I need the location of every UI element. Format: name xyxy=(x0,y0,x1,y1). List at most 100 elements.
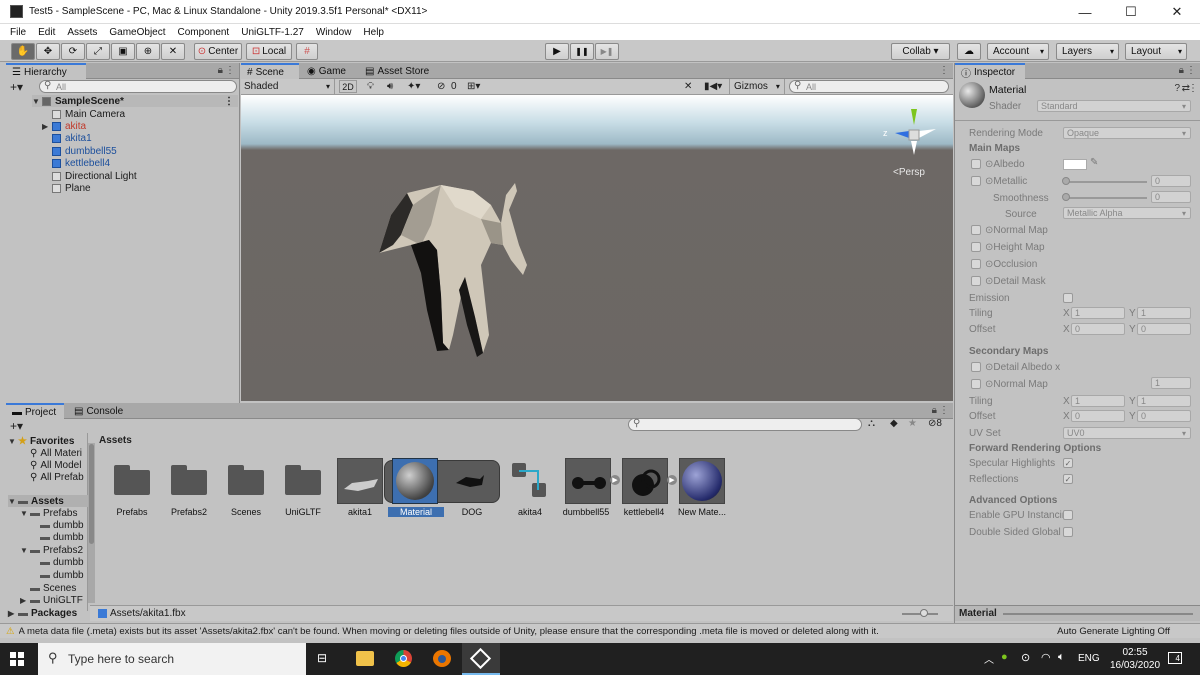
step-button[interactable]: ▶❚ xyxy=(595,43,619,60)
offset-x-field[interactable]: 0 xyxy=(1071,323,1125,335)
expand-arrow-icon[interactable]: ▶ xyxy=(42,122,52,131)
detail-albedo-slot[interactable] xyxy=(971,362,981,372)
menu-window[interactable]: Window xyxy=(316,27,352,38)
tab-project[interactable]: ▬ Project xyxy=(6,403,64,419)
asset-kettlebell4[interactable] xyxy=(622,458,668,504)
tree-favorites[interactable]: ▼ ★ Favorites xyxy=(8,435,74,447)
speaker-icon[interactable]: 🔈︎ xyxy=(1058,651,1065,664)
hidden-objects-icon[interactable]: ⊘ xyxy=(437,81,445,92)
project-search-input[interactable] xyxy=(628,418,862,431)
uv-set-dropdown[interactable]: UV0 ▾ xyxy=(1063,427,1191,439)
rendering-mode-dropdown[interactable]: Opaque ▾ xyxy=(1063,127,1191,139)
status-message[interactable]: A meta data file (.meta) exists but its … xyxy=(19,626,1019,637)
panel-menu-icon[interactable]: ⋮ xyxy=(939,65,949,76)
secondary-offset-x-field[interactable]: 0 xyxy=(1071,410,1125,422)
hierarchy-item-akita[interactable]: ▶ akita xyxy=(42,120,86,132)
cloud-icon[interactable]: ☁ xyxy=(957,43,981,60)
windows-start-icon[interactable] xyxy=(10,652,24,666)
asset-dog-mesh[interactable] xyxy=(452,467,488,495)
pivot-local-button[interactable]: ⊡ Local xyxy=(246,43,292,60)
asset-new-material[interactable] xyxy=(679,458,725,504)
snap-icon[interactable]: # xyxy=(296,43,318,60)
expand-prefab-icon[interactable]: ▶ xyxy=(667,475,677,485)
account-dropdown[interactable]: Account ▾ xyxy=(987,43,1049,60)
tree-prefabs2[interactable]: ▼ ▬ Prefabs2 xyxy=(20,544,83,556)
menu-assets[interactable]: Assets xyxy=(67,27,97,38)
component-menu-icon[interactable]: ⋮ xyxy=(1188,83,1198,94)
smoothness-slider-track[interactable] xyxy=(1065,197,1147,199)
detail-mask-slot[interactable] xyxy=(971,276,981,286)
lock-icon[interactable]: 🔒︎ xyxy=(932,405,937,416)
layout-dropdown[interactable]: Layout ▾ xyxy=(1125,43,1187,60)
language-indicator[interactable]: ENG xyxy=(1078,653,1100,664)
move-tool-icon[interactable]: ✥ xyxy=(36,43,60,60)
unity-taskbar-button[interactable] xyxy=(462,643,500,675)
scene-viewport[interactable]: z <Persp xyxy=(241,95,953,401)
play-button[interactable]: ▶ xyxy=(545,43,569,60)
shader-dropdown[interactable]: Standard ▾ xyxy=(1037,100,1191,112)
tab-scene[interactable]: # Scene xyxy=(241,63,299,79)
panel-menu-icon[interactable]: ⋮ xyxy=(939,405,949,416)
create-add-icon[interactable]: +▾ xyxy=(10,80,23,94)
menu-gameobject[interactable]: GameObject xyxy=(109,27,165,38)
tiling-y-field[interactable]: 1 xyxy=(1137,307,1191,319)
camera-icon[interactable]: ▮◀▾ xyxy=(704,81,722,92)
eyedropper-icon[interactable]: ✎ xyxy=(1090,157,1098,168)
panel-menu-icon[interactable]: ⋮ xyxy=(1186,65,1196,76)
mode-2d-toggle[interactable]: 2D xyxy=(339,80,357,93)
tree-scenes[interactable]: ▬ Scenes xyxy=(30,582,76,594)
file-explorer-icon[interactable] xyxy=(356,651,374,666)
tree-prefab-item[interactable]: ▬ dumbb xyxy=(40,531,84,543)
scale-tool-icon[interactable]: ⤢ xyxy=(86,43,110,60)
asset-folder-prefabs2[interactable] xyxy=(171,465,207,495)
double-sided-gi-checkbox[interactable] xyxy=(1063,527,1073,537)
menu-file[interactable]: File xyxy=(10,27,26,38)
blender-icon[interactable] xyxy=(433,650,451,667)
normal-map-slot[interactable] xyxy=(971,225,981,235)
auto-lighting-status[interactable]: Auto Generate Lighting Off xyxy=(1057,626,1170,637)
lighting-icon[interactable]: 💡︎ xyxy=(367,81,374,92)
secondary-normal-scale-field[interactable]: 1 xyxy=(1151,377,1191,389)
inspector-preview-bar[interactable]: Material xyxy=(955,605,1200,621)
gpu-instancing-checkbox[interactable] xyxy=(1063,510,1073,520)
tab-game[interactable]: ◉ Game xyxy=(301,63,352,79)
scene-row[interactable]: ▼ SampleScene* ⋮ xyxy=(32,95,238,107)
asset-material-selected[interactable] xyxy=(392,458,438,504)
scene-menu-icon[interactable]: ⋮ xyxy=(224,96,234,107)
tree-all-materials[interactable]: ⚲ All Materi xyxy=(30,447,82,459)
menu-edit[interactable]: Edit xyxy=(38,27,55,38)
wifi-icon[interactable]: ◠ xyxy=(1041,651,1051,664)
menu-component[interactable]: Component xyxy=(178,27,230,38)
reflections-checkbox[interactable]: ✓ xyxy=(1063,474,1073,484)
tools-icon[interactable]: ✕ xyxy=(684,81,692,92)
occlusion-slot[interactable] xyxy=(971,259,981,269)
hierarchy-item-plane[interactable]: Plane xyxy=(52,182,91,194)
dog-model[interactable] xyxy=(241,95,953,401)
maximize-button[interactable]: ☐ xyxy=(1108,0,1154,24)
create-asset-icon[interactable]: +▾ xyxy=(10,419,23,433)
asset-folder-unigltf[interactable] xyxy=(285,465,321,495)
gizmo-y-axis-icon[interactable] xyxy=(911,109,917,125)
tray-network-status-icon[interactable]: ⊙ xyxy=(1021,651,1030,664)
collab-button[interactable]: Collab ▾ xyxy=(891,43,950,60)
hand-tool-icon[interactable]: ✋ xyxy=(11,43,35,60)
favorite-star-icon[interactable]: ★ xyxy=(908,418,917,429)
panel-menu-icon[interactable]: ⋮ xyxy=(225,65,235,76)
tree-scrollbar[interactable] xyxy=(88,443,95,603)
albedo-color-swatch[interactable] xyxy=(1063,159,1087,170)
gizmos-dropdown[interactable]: Gizmos ▾ xyxy=(729,79,785,94)
source-dropdown[interactable]: Metallic Alpha ▾ xyxy=(1063,207,1191,219)
rect-tool-icon[interactable]: ▣ xyxy=(111,43,135,60)
status-bar[interactable]: ⚠ A meta data file (.meta) exists but it… xyxy=(0,623,1200,638)
menu-help[interactable]: Help xyxy=(363,27,384,38)
effects-icon[interactable]: ✦▾ xyxy=(407,81,420,92)
tree-unigltf[interactable]: ▶ ▬ UniGLTF xyxy=(20,594,83,606)
gizmo-z-axis-icon[interactable] xyxy=(895,131,909,138)
height-map-slot[interactable] xyxy=(971,242,981,252)
pause-button[interactable]: ❚❚ xyxy=(570,43,594,60)
asset-akita4-prefab[interactable] xyxy=(512,463,548,499)
tab-asset-store[interactable]: ▤ Asset Store xyxy=(359,63,435,79)
search-by-type-icon[interactable]: ⛬ xyxy=(868,418,875,429)
metallic-value-field[interactable]: 0 xyxy=(1151,175,1191,187)
pivot-center-button[interactable]: ⊙ Center xyxy=(194,43,242,60)
